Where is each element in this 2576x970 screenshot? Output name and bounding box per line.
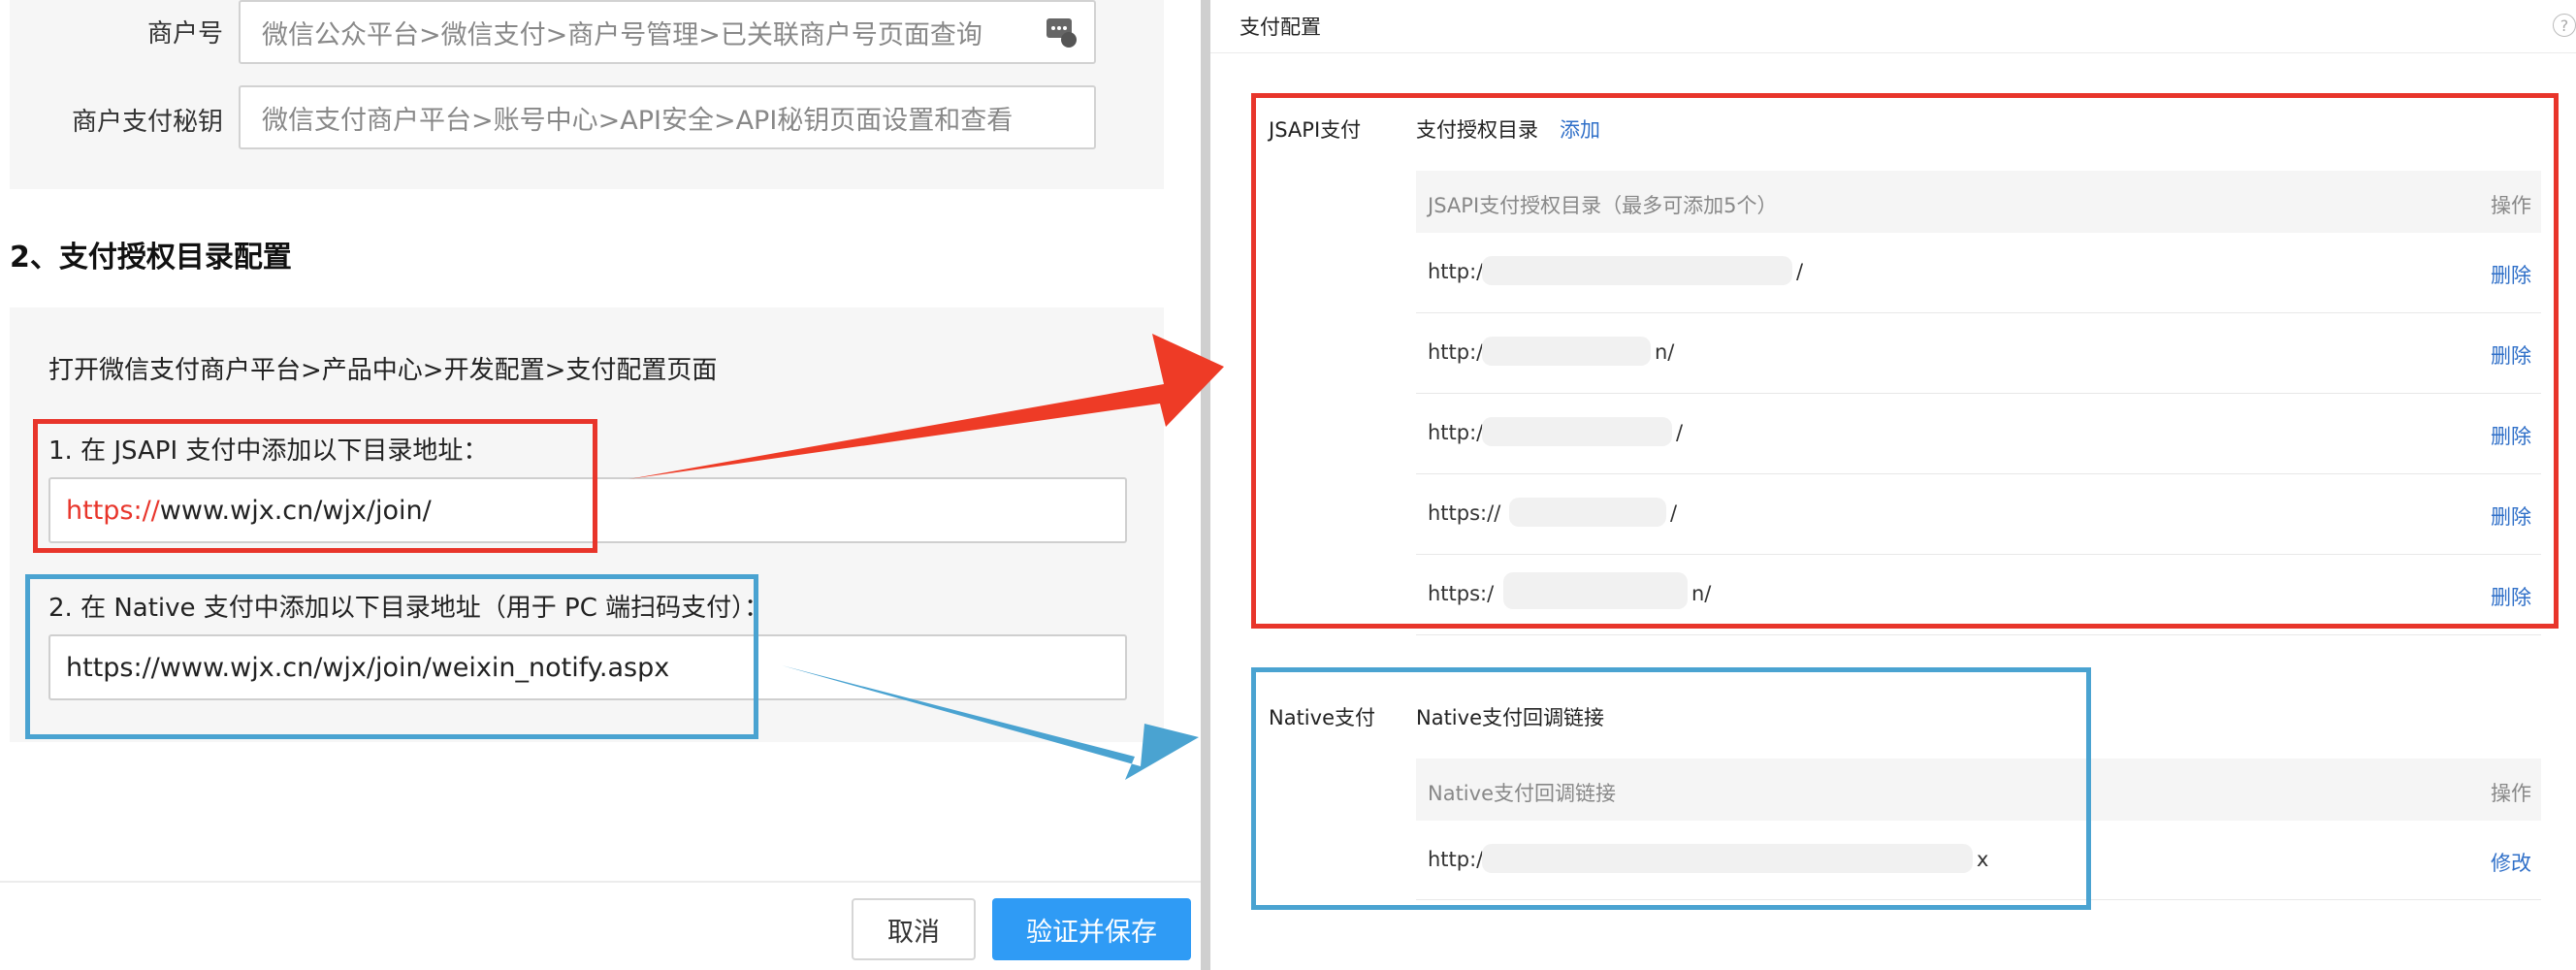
blue-arrow — [782, 665, 1199, 780]
red-arrow — [628, 334, 1224, 479]
annotation-arrows — [628, 334, 1224, 780]
